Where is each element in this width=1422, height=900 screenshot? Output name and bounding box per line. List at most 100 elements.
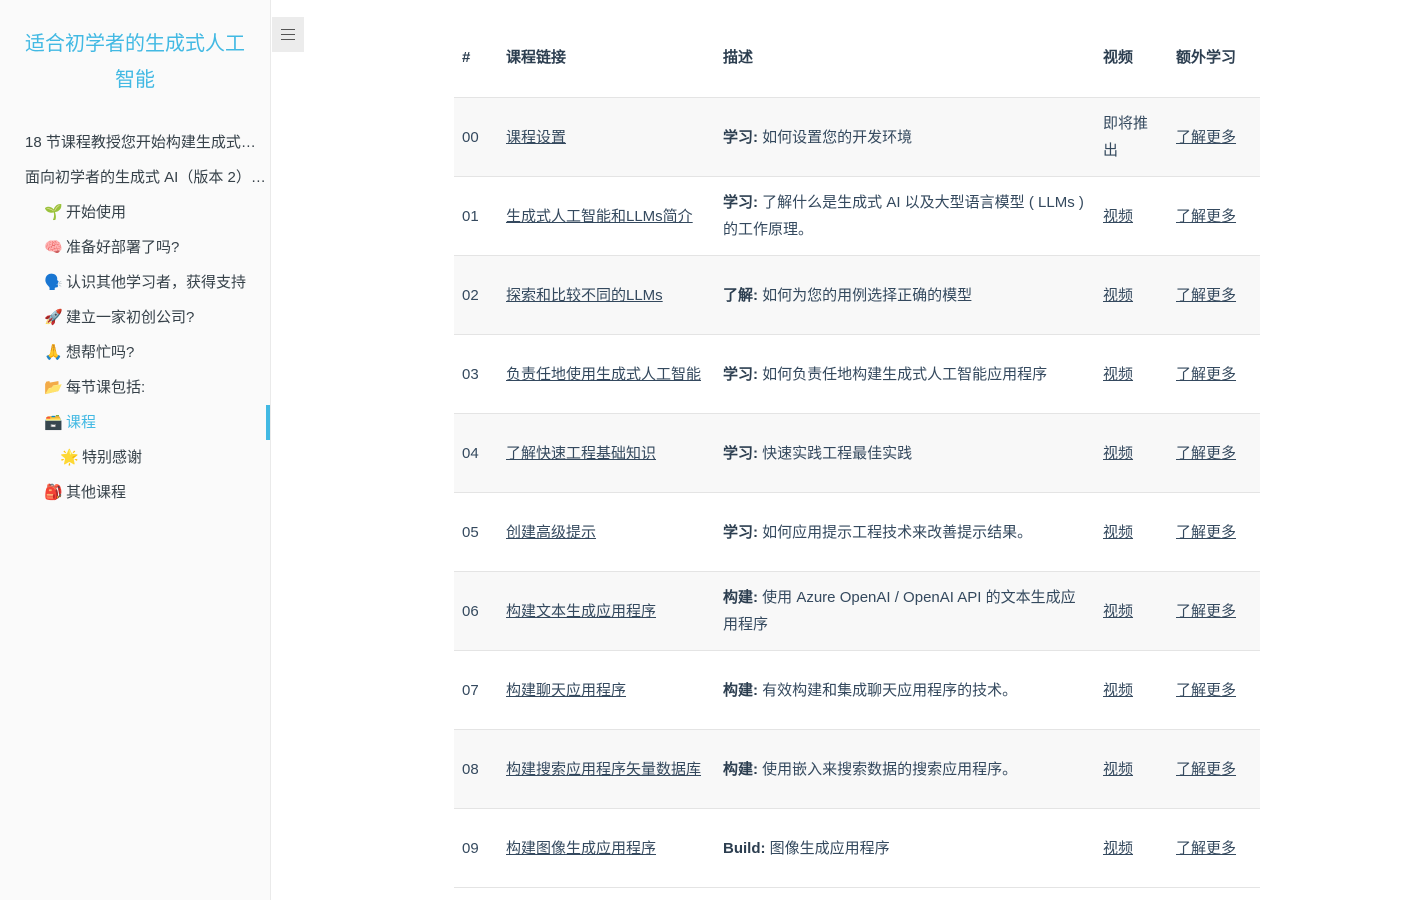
video-link[interactable]: 视频 xyxy=(1103,366,1133,383)
lesson-link-cell: 构建图像生成应用程序 xyxy=(498,808,715,888)
sidebar-item[interactable]: 🎒 其他课程 xyxy=(0,475,270,510)
video-cell: 视频 xyxy=(1095,571,1168,651)
sidebar-item[interactable]: 🗣️ 认识其他学习者，获得支持 xyxy=(0,265,270,300)
lesson-link-cell: 了解快速工程基础知识 xyxy=(498,413,715,493)
lesson-link[interactable]: 了解快速工程基础知识 xyxy=(506,445,656,462)
course-table: # 课程链接 描述 视频 额外学习 00 课程设置 学习: 如何设置您的开发环境即… xyxy=(454,18,1260,888)
sidebar-item[interactable]: 面向初学者的生成式 AI（版本 2）- 一门课程 xyxy=(0,160,267,195)
lesson-link[interactable]: 创建高级提示 xyxy=(506,524,596,541)
learn-more-link[interactable]: 了解更多 xyxy=(1176,840,1236,857)
video-cell: 视频 xyxy=(1095,808,1168,888)
video-cell: 视频 xyxy=(1095,650,1168,730)
sidebar-item[interactable]: 🙏 想帮忙吗? xyxy=(0,335,270,370)
extra-learning-cell: 了解更多 xyxy=(1168,97,1260,177)
video-link[interactable]: 视频 xyxy=(1103,761,1133,778)
description-label: 学习: xyxy=(723,128,758,146)
lesson-link-cell: 构建聊天应用程序 xyxy=(498,650,715,730)
lesson-link[interactable]: 负责任地使用生成式人工智能 xyxy=(506,366,701,383)
learn-more-link[interactable]: 了解更多 xyxy=(1176,366,1236,383)
lesson-link[interactable]: 构建文本生成应用程序 xyxy=(506,603,656,620)
extra-learning-cell: 了解更多 xyxy=(1168,729,1260,809)
lesson-link[interactable]: 探索和比较不同的LLMs xyxy=(506,287,663,304)
lesson-number: 05 xyxy=(454,492,498,572)
sidebar-item[interactable]: 🧠 准备好部署了吗? xyxy=(0,230,270,265)
lesson-number: 02 xyxy=(454,255,498,335)
video-link[interactable]: 视频 xyxy=(1103,287,1133,304)
lesson-link-cell: 课程设置 xyxy=(498,97,715,177)
lesson-number: 08 xyxy=(454,729,498,809)
lesson-link[interactable]: 生成式人工智能和LLMs简介 xyxy=(506,208,693,225)
table-row: 08 构建搜索应用程序矢量数据库 构建: 使用嵌入来搜索数据的搜索应用程序。 视频 了解… xyxy=(454,729,1260,809)
table-row: 04 了解快速工程基础知识 学习: 快速实践工程最佳实践 视频 了解更多 xyxy=(454,413,1260,493)
lesson-number: 06 xyxy=(454,571,498,651)
extra-learning-cell: 了解更多 xyxy=(1168,492,1260,572)
main-content: # 课程链接 描述 视频 额外学习 00 课程设置 学习: 如何设置您的开发环境即… xyxy=(454,18,1260,888)
learn-more-link[interactable]: 了解更多 xyxy=(1176,682,1236,699)
sidebar-item-emoji: 📂 xyxy=(44,379,63,396)
video-link[interactable]: 视频 xyxy=(1103,603,1133,620)
video-link[interactable]: 视频 xyxy=(1103,445,1133,462)
header-extra-learning: 额外学习 xyxy=(1168,18,1260,98)
description-label: 构建: xyxy=(723,760,758,778)
description-label: 学习: xyxy=(723,523,758,541)
learn-more-link[interactable]: 了解更多 xyxy=(1176,761,1236,778)
lesson-description: 构建: 使用 Azure OpenAI / OpenAI API 的文本生成应用… xyxy=(715,571,1095,651)
table-row: 05 创建高级提示 学习: 如何应用提示工程技术来改善提示结果。 视频 了解更多 xyxy=(454,492,1260,572)
sidebar-item-label: 想帮忙吗? xyxy=(66,344,135,361)
description-text: 如何为您的用例选择正确的模型 xyxy=(762,286,973,304)
learn-more-link[interactable]: 了解更多 xyxy=(1176,208,1236,225)
sidebar-nav: 18 节课程教授您开始构建生成式人工智能应用程序所需了解的一切知识面向初学者的生… xyxy=(0,125,270,510)
sidebar-item-emoji: 🙏 xyxy=(44,344,63,361)
hamburger-menu-icon xyxy=(281,29,295,30)
sidebar-item[interactable]: 📂 每节课包括: xyxy=(0,370,270,405)
lesson-link[interactable]: 构建聊天应用程序 xyxy=(506,682,626,699)
lesson-description: 学习: 了解什么是生成式 AI 以及大型语言模型 ( LLMs ) 的工作原理。 xyxy=(715,176,1095,256)
header-course-link: 课程链接 xyxy=(498,18,715,98)
header-video: 视频 xyxy=(1095,18,1168,98)
learn-more-link[interactable]: 了解更多 xyxy=(1176,287,1236,304)
description-text: 使用 Azure OpenAI / OpenAI API 的文本生成应用程序 xyxy=(723,589,1076,633)
lesson-link[interactable]: 课程设置 xyxy=(506,129,566,146)
lesson-description: Build: 图像生成应用程序 xyxy=(715,808,1095,888)
sidebar-item-label: 认识其他学习者，获得支持 xyxy=(66,274,247,291)
sidebar-item[interactable]: 18 节课程教授您开始构建生成式人工智能应用程序所需了解的一切知识 xyxy=(0,125,267,160)
lesson-number: 00 xyxy=(454,97,498,177)
description-text: 有效构建和集成聊天应用程序的技术。 xyxy=(762,681,1018,699)
sidebar-item-emoji: 🚀 xyxy=(44,309,63,326)
sidebar-item[interactable]: 🌟 特别感谢 xyxy=(0,440,270,475)
lesson-description: 学习: 如何设置您的开发环境 xyxy=(715,97,1095,177)
video-link[interactable]: 视频 xyxy=(1103,840,1133,857)
sidebar-item-emoji: 🗣️ xyxy=(44,274,63,291)
lesson-number: 01 xyxy=(454,176,498,256)
extra-learning-cell: 了解更多 xyxy=(1168,571,1260,651)
lesson-link[interactable]: 构建搜索应用程序矢量数据库 xyxy=(506,761,701,778)
sidebar-item[interactable]: 🗃️ 课程 xyxy=(0,405,270,440)
sidebar-item-emoji: 🌟 xyxy=(60,449,79,466)
learn-more-link[interactable]: 了解更多 xyxy=(1176,603,1236,620)
learn-more-link[interactable]: 了解更多 xyxy=(1176,524,1236,541)
app-name[interactable]: 适合初学者的生成式人工智能 xyxy=(20,26,250,98)
sidebar-item-label: 18 节课程教授您开始构建生成式人工智能应用程序所需了解的一切知识 xyxy=(25,134,267,151)
description-text: 如何设置您的开发环境 xyxy=(762,128,913,146)
sidebar-toggle-button[interactable] xyxy=(272,17,304,52)
video-link[interactable]: 视频 xyxy=(1103,208,1133,225)
learn-more-link[interactable]: 了解更多 xyxy=(1176,129,1236,146)
video-link[interactable]: 视频 xyxy=(1103,682,1133,699)
table-row: 06 构建文本生成应用程序 构建: 使用 Azure OpenAI / OpenAI… xyxy=(454,571,1260,651)
description-text: 如何应用提示工程技术来改善提示结果。 xyxy=(762,523,1033,541)
sidebar-item-label: 其他课程 xyxy=(66,484,127,501)
video-link[interactable]: 视频 xyxy=(1103,524,1133,541)
learn-more-link[interactable]: 了解更多 xyxy=(1176,445,1236,462)
lesson-description: 构建: 有效构建和集成聊天应用程序的技术。 xyxy=(715,650,1095,730)
lesson-link-cell: 创建高级提示 xyxy=(498,492,715,572)
extra-learning-cell: 了解更多 xyxy=(1168,413,1260,493)
lesson-link[interactable]: 构建图像生成应用程序 xyxy=(506,840,656,857)
sidebar-item-label: 建立一家初创公司? xyxy=(66,309,195,326)
sidebar-item[interactable]: 🚀 建立一家初创公司? xyxy=(0,300,270,335)
description-text: 快速实践工程最佳实践 xyxy=(762,444,913,462)
sidebar-item-label: 每节课包括: xyxy=(66,379,146,396)
lesson-link-cell: 负责任地使用生成式人工智能 xyxy=(498,334,715,414)
sidebar-item[interactable]: 🌱 开始使用 xyxy=(0,195,270,230)
extra-learning-cell: 了解更多 xyxy=(1168,650,1260,730)
sidebar-item-emoji: 🧠 xyxy=(44,239,63,256)
